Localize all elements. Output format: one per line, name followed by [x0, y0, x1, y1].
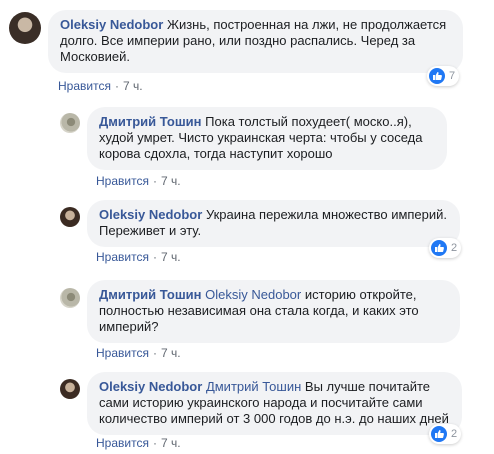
- comment-author[interactable]: Oleksiy Nedobor: [99, 379, 202, 394]
- reaction-count: 2: [451, 242, 458, 254]
- reaction-count-badge[interactable]: 2: [429, 424, 462, 444]
- like-button[interactable]: Нравится: [96, 436, 149, 450]
- like-button[interactable]: Нравится: [96, 250, 149, 264]
- comment-author[interactable]: Дмитрий Тошин: [99, 114, 202, 129]
- reaction-count: 7: [449, 70, 456, 82]
- comment-bubble: Oleksiy Nedobor Украина пережила множест…: [87, 200, 460, 247]
- comment-actions: Нравится · 7 ч.: [96, 346, 181, 360]
- comment-bubble: Oleksiy Nedobor Жизнь, построенная на лж…: [48, 10, 463, 73]
- timestamp[interactable]: 7 ч.: [123, 79, 143, 93]
- reaction-count: 2: [451, 428, 458, 440]
- comment-bubble: Дмитрий Тошин Пока толстый похудеет( мос…: [87, 107, 447, 170]
- thumbs-up-icon: [429, 68, 445, 84]
- thumbs-up-icon: [431, 240, 447, 256]
- comment-author[interactable]: Oleksiy Nedobor: [99, 207, 202, 222]
- reaction-count-badge[interactable]: 2: [429, 238, 462, 258]
- avatar[interactable]: [60, 113, 80, 133]
- timestamp[interactable]: 7 ч.: [161, 250, 181, 264]
- comment-actions: Нравится · 7 ч.: [58, 79, 143, 93]
- comment-bubble: Дмитрий Тошин Oleksiy Nedobor историю от…: [87, 280, 460, 343]
- reaction-count-badge[interactable]: 7: [427, 66, 460, 86]
- avatar[interactable]: [60, 207, 80, 227]
- like-button[interactable]: Нравится: [58, 79, 111, 93]
- timestamp[interactable]: 7 ч.: [161, 346, 181, 360]
- comment-bubble: Oleksiy Nedobor Дмитрий Тошин Вы лучше п…: [87, 372, 462, 435]
- comment-author[interactable]: Oleksiy Nedobor: [60, 17, 163, 32]
- timestamp[interactable]: 7 ч.: [161, 436, 181, 450]
- avatar[interactable]: [60, 379, 80, 399]
- mention-link[interactable]: Oleksiy Nedobor: [205, 287, 301, 302]
- like-button[interactable]: Нравится: [96, 174, 149, 188]
- comment-actions: Нравится · 7 ч.: [96, 436, 181, 450]
- avatar[interactable]: [60, 288, 80, 308]
- comment-author[interactable]: Дмитрий Тошин: [99, 287, 202, 302]
- timestamp[interactable]: 7 ч.: [161, 174, 181, 188]
- comment-actions: Нравится · 7 ч.: [96, 174, 181, 188]
- avatar[interactable]: [9, 12, 41, 44]
- comment-actions: Нравится · 7 ч.: [96, 250, 181, 264]
- like-button[interactable]: Нравится: [96, 346, 149, 360]
- thumbs-up-icon: [431, 426, 447, 442]
- mention-link[interactable]: Дмитрий Тошин: [206, 379, 301, 394]
